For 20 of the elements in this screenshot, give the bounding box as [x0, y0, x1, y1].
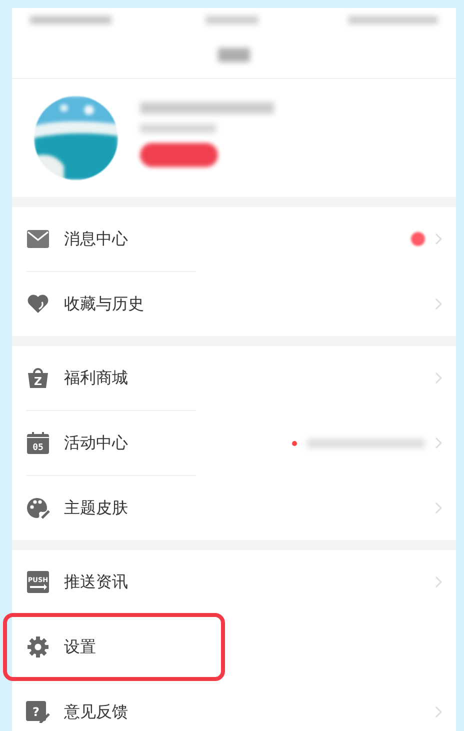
menu-item[interactable]: 主题皮肤 — [12, 476, 456, 540]
menu-item[interactable]: 设置 — [5, 615, 223, 679]
settings-icon — [27, 636, 49, 658]
chevron-icon — [435, 502, 442, 514]
chevron-icon — [435, 298, 442, 310]
chevron-icon — [435, 233, 442, 245]
blurred-title — [218, 48, 250, 62]
palette-icon — [26, 497, 50, 519]
mail-icon — [27, 230, 49, 248]
chevron-icon — [435, 706, 442, 718]
menu-item[interactable]: 消息中心 — [12, 207, 456, 271]
menu-item[interactable]: 收藏与历史 — [12, 272, 456, 336]
chevron-icon — [435, 576, 442, 588]
menu-item[interactable]: ? 意见反馈 — [12, 680, 456, 731]
chevron-icon — [435, 372, 442, 384]
heart-icon — [27, 294, 49, 314]
menu-item[interactable]: Z 福利商城 — [12, 346, 456, 410]
menu-item[interactable]: 05 活动中心 — [12, 411, 456, 475]
calendar-icon: 05 — [27, 432, 49, 454]
chevron-icon — [435, 437, 442, 449]
